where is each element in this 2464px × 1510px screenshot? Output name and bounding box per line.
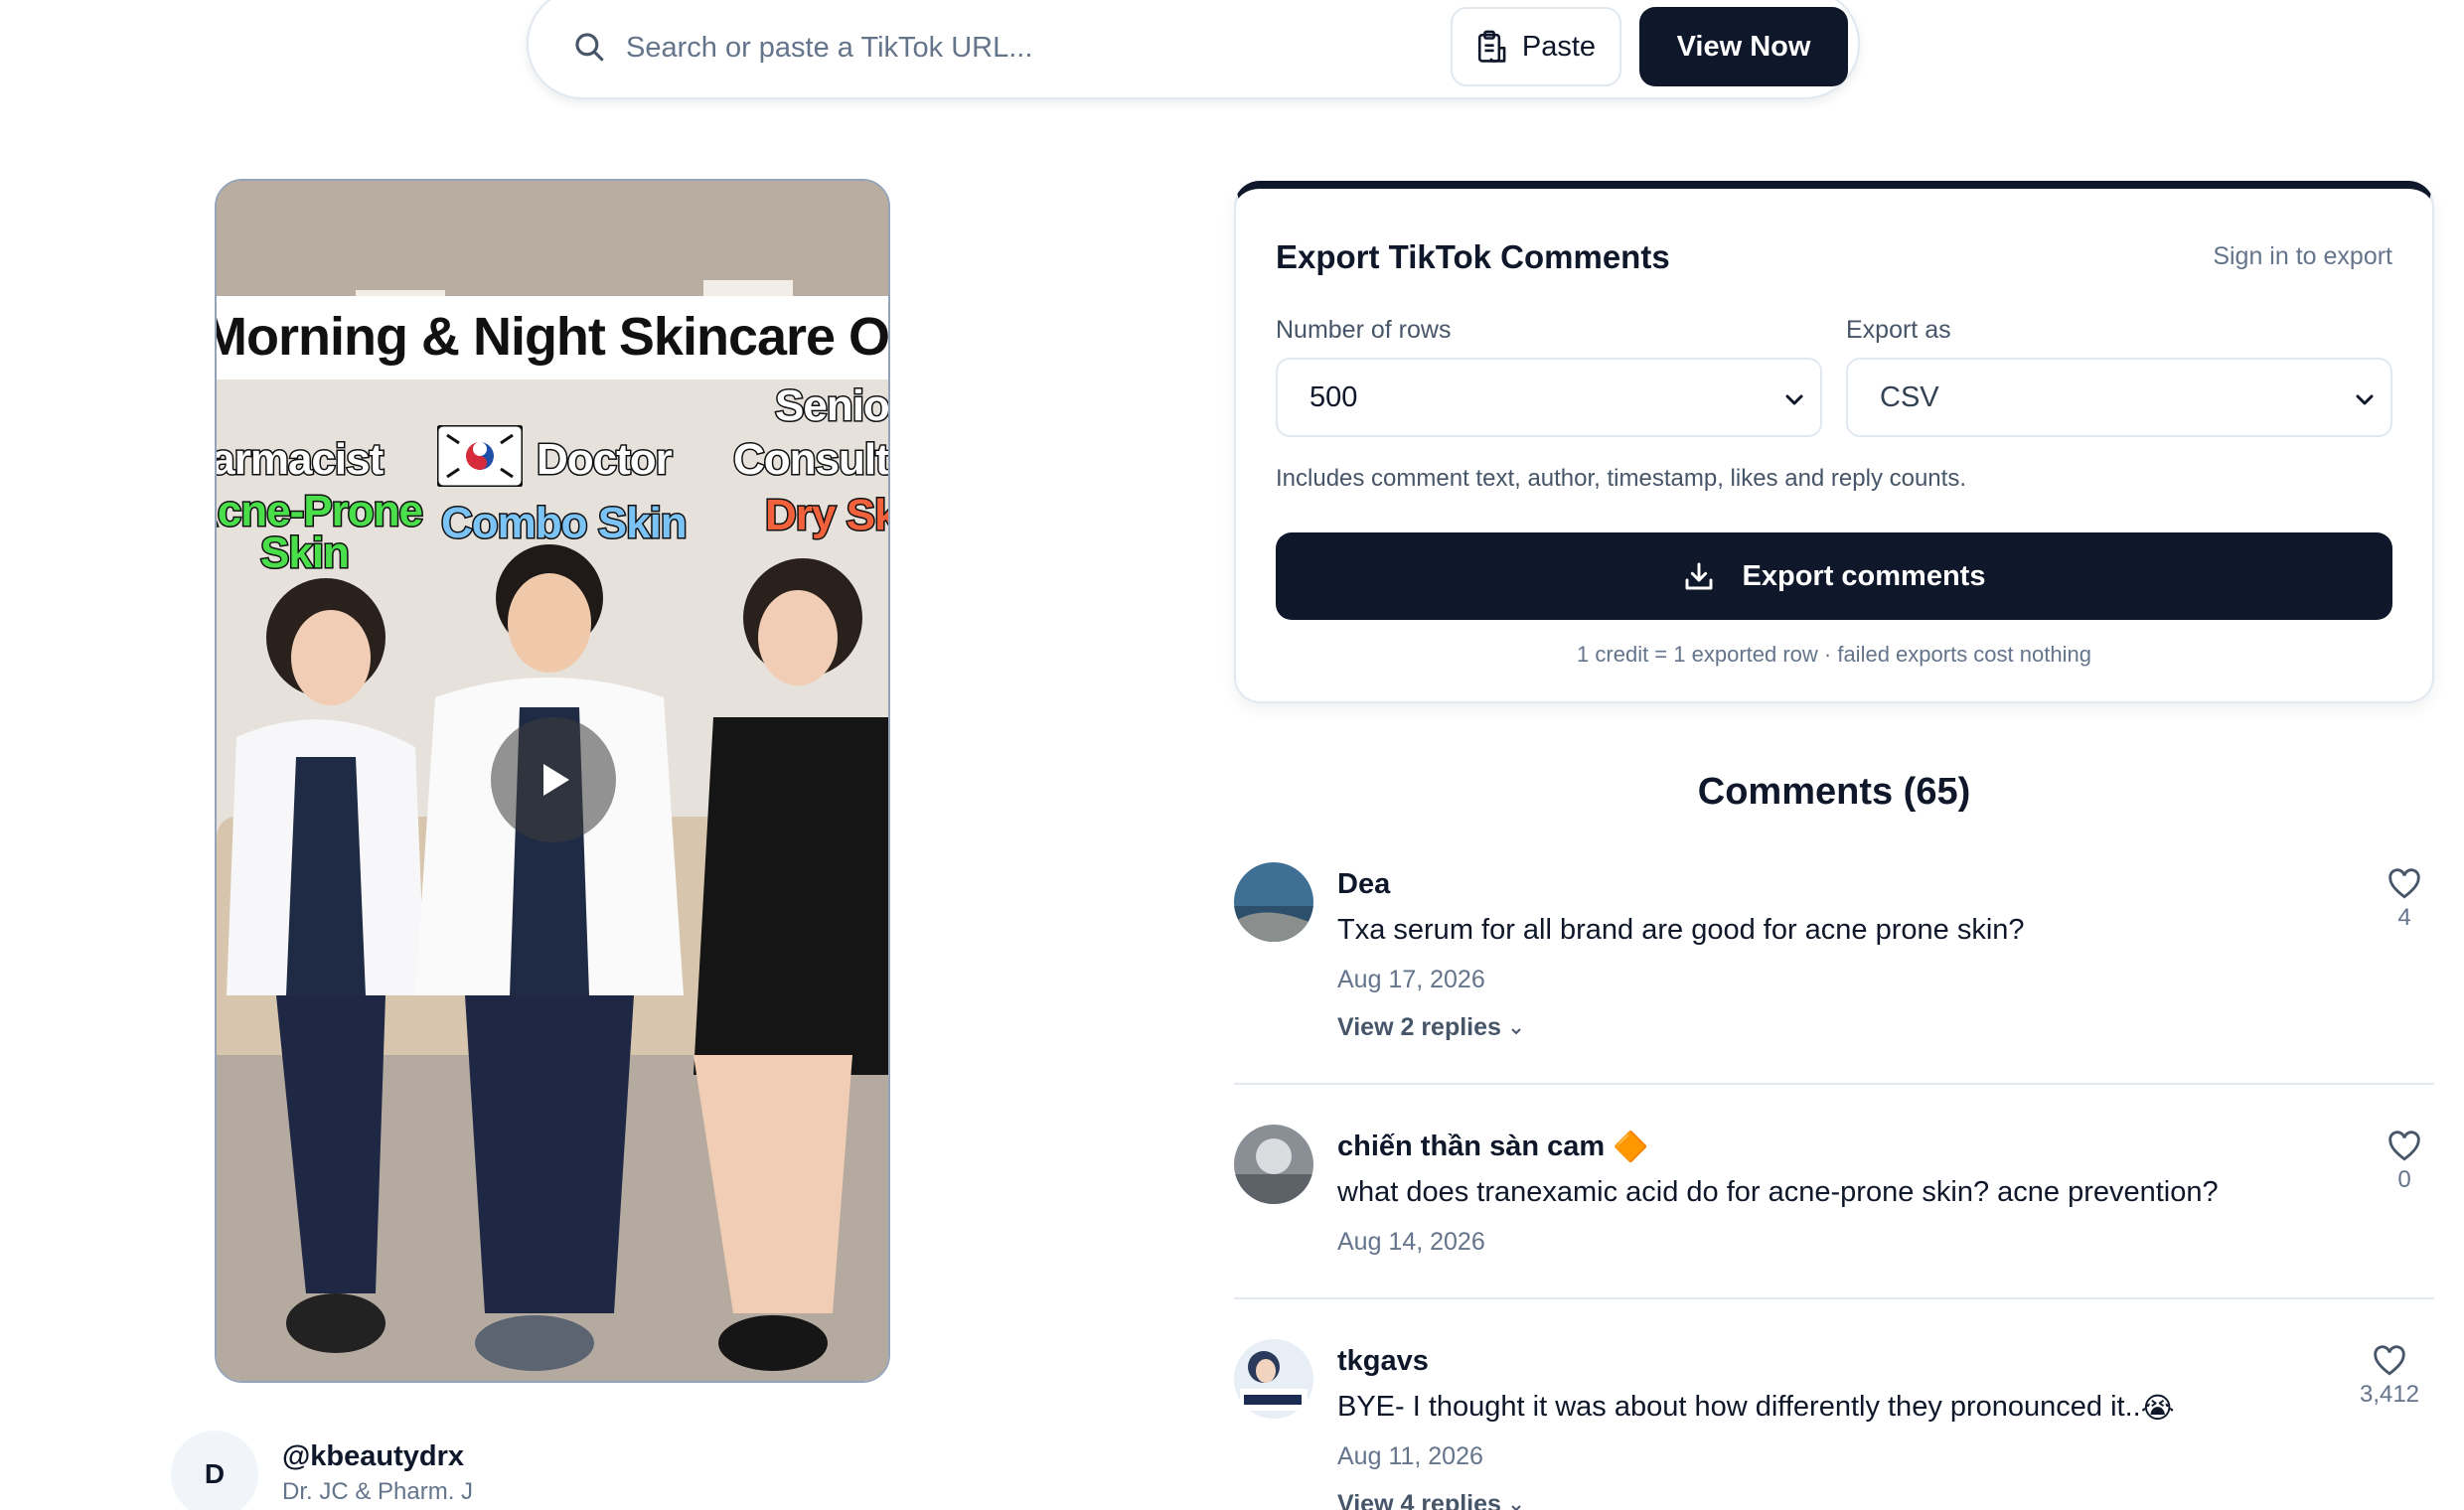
export-title: Export TikTok Comments (1276, 238, 1670, 275)
comment-text: BYE- I thought it was about how differen… (1337, 1391, 2175, 1426)
video-title-band: Morning & Night Skincare Order (217, 296, 890, 379)
caption-center-role: Doctor (536, 434, 675, 486)
comments-heading: Comments (65) (1697, 771, 1971, 813)
comment-text: what does tranexamic acid do for acne-pr… (1337, 1176, 2219, 1208)
like-button[interactable]: 4 (2375, 868, 2434, 932)
crying-emoji: 😭 (2140, 1393, 2175, 1425)
sign-in-link[interactable]: Sign in to export (2213, 242, 2392, 271)
caption-left-role: Pharmacist (215, 434, 385, 486)
search-bar: Paste View Now (527, 0, 1860, 99)
chevron-down-icon (1511, 1505, 1521, 1510)
like-button[interactable]: 0 (2375, 1131, 2434, 1194)
author-display-name: Dr. JC & Pharm. J (282, 1478, 474, 1505)
rows-select-value: 500 (1309, 380, 1358, 413)
play-button[interactable] (491, 717, 616, 842)
caption-center-skin: Combo Skin (440, 498, 690, 549)
caption-left-skin: Acne-Prone Skin (217, 487, 424, 577)
video-title-text: Morning & Night Skincare Order (217, 307, 890, 367)
comment-item: chiến thần sàn cam 🔶 what does tranexami… (1234, 1125, 2434, 1274)
author-avatar[interactable]: D (171, 1431, 258, 1510)
heart-icon (2388, 1131, 2420, 1161)
commenter-avatar[interactable] (1234, 862, 1313, 942)
comment-text: Txa serum for all brand are good for acn… (1337, 914, 2025, 946)
comment-date: Aug 14, 2026 (1337, 1228, 1485, 1256)
rows-label: Number of rows (1276, 316, 1452, 344)
view-now-button[interactable]: View Now (1639, 7, 1848, 86)
paste-button[interactable]: Paste (1451, 7, 1621, 86)
comment-date: Aug 17, 2026 (1337, 966, 1485, 993)
download-icon (1685, 562, 1712, 590)
comment-author-name: chiến thần sàn cam (1337, 1131, 1606, 1162)
like-count: 3,412 (2359, 1381, 2420, 1408)
comment-text-body: BYE- I thought it was about how differen… (1337, 1391, 2141, 1424)
comment-item: tkgavs BYE- I thought it was about how d… (1234, 1339, 2434, 1510)
view-replies-label: View 4 replies (1337, 1490, 1501, 1510)
clipboard-icon (1477, 30, 1506, 63)
view-replies-button[interactable]: View 2 replies (1337, 1013, 1524, 1042)
export-note: Includes comment text, author, timestamp… (1276, 465, 1966, 492)
comment-author[interactable]: chiến thần sàn cam 🔶 (1337, 1131, 1648, 1164)
chevron-down-icon (1511, 1028, 1521, 1035)
author-handle[interactable]: @kbeautydrx (282, 1440, 464, 1473)
credit-note: 1 credit = 1 exported row · failed expor… (1577, 642, 2091, 667)
heart-icon (2374, 1345, 2405, 1376)
comment-item: Dea Txa serum for all brand are good for… (1234, 862, 2434, 1061)
like-count: 4 (2397, 904, 2411, 931)
caption-right-skin: Dry Skin (764, 490, 888, 541)
view-now-label: View Now (1676, 30, 1811, 63)
caption-right-role-2: Consultant (732, 434, 889, 486)
comment-author[interactable]: Dea (1337, 868, 1390, 901)
like-count: 0 (2397, 1166, 2411, 1193)
view-replies-label: View 2 replies (1337, 1013, 1501, 1041)
format-select-value: CSV (1880, 380, 1939, 413)
heart-icon (2388, 868, 2420, 899)
comment-divider (1234, 1297, 2434, 1299)
caption-right-role-1: Senior (774, 380, 889, 432)
format-select[interactable]: CSV (1846, 358, 2392, 437)
video-player[interactable]: Morning & Night Skincare Order Pharmacis… (215, 179, 890, 1383)
format-label: Export as (1846, 316, 1951, 344)
diamond-badge-icon: 🔶 (1613, 1132, 1649, 1164)
like-button[interactable]: 3,412 (2345, 1345, 2434, 1409)
paste-button-label: Paste (1521, 30, 1597, 63)
korea-flag-icon (437, 425, 523, 487)
chevron-down-icon (1785, 394, 1803, 405)
view-replies-button[interactable]: View 4 replies (1337, 1490, 1524, 1510)
export-panel: Export TikTok Comments Sign in to export… (1234, 181, 2434, 703)
rows-select[interactable]: 500 (1276, 358, 1822, 437)
comment-divider (1234, 1083, 2434, 1085)
comment-author[interactable]: tkgavs (1337, 1345, 1429, 1378)
play-icon (543, 764, 569, 796)
search-icon (575, 33, 604, 62)
export-comments-button[interactable]: Export comments (1276, 532, 2392, 620)
export-button-label: Export comments (1742, 559, 1986, 592)
commenter-avatar[interactable] (1234, 1125, 1313, 1204)
commenter-avatar[interactable] (1234, 1339, 1313, 1419)
comment-date: Aug 11, 2026 (1337, 1442, 1483, 1470)
chevron-down-icon (2356, 394, 2374, 405)
search-input[interactable] (626, 20, 1441, 76)
